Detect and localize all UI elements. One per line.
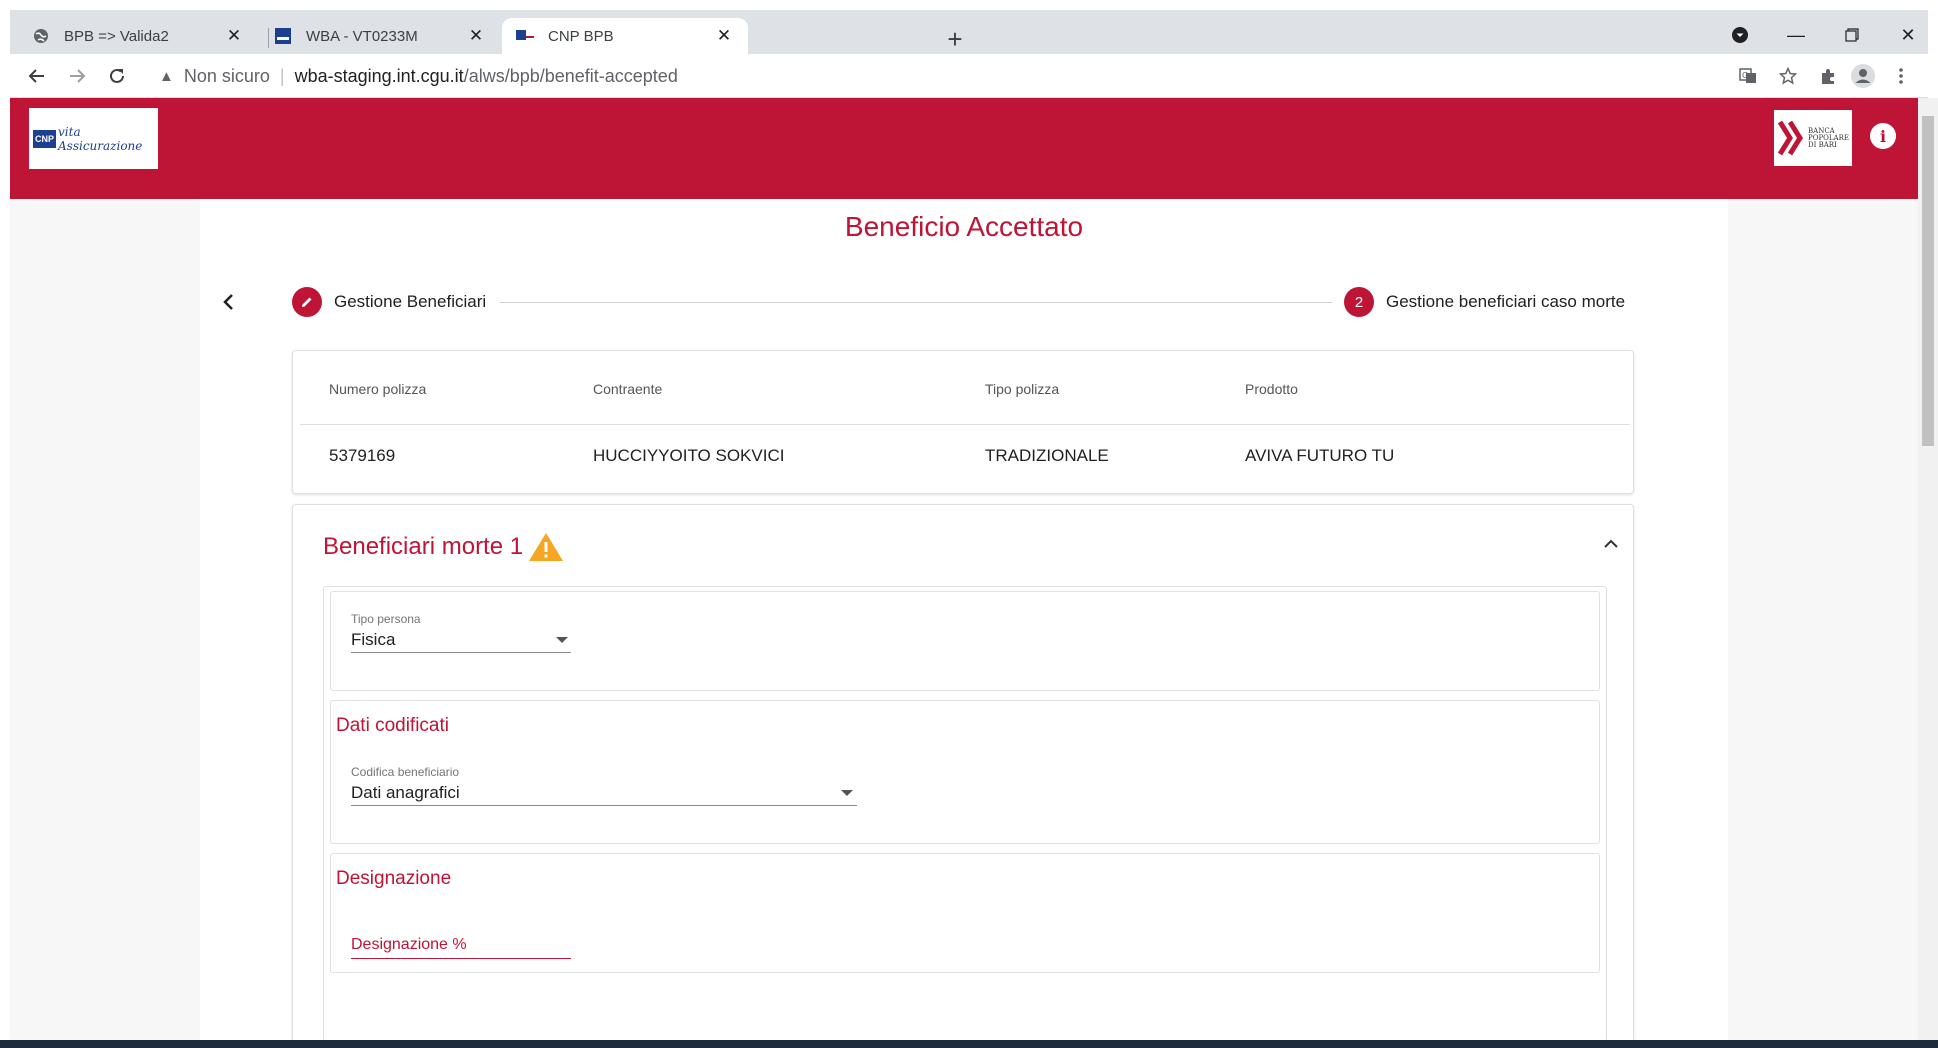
tipo-persona-select[interactable]: Fisica: [351, 630, 395, 650]
designazione-section: Designazione Designazione %: [330, 853, 1600, 973]
tipo-persona-label: Tipo persona: [351, 612, 421, 626]
tab-search-icon[interactable]: [1720, 20, 1760, 50]
close-icon[interactable]: ✕: [466, 26, 486, 46]
cnp-favicon: [274, 27, 292, 45]
header-tipo-polizza: Tipo polizza: [985, 381, 1060, 397]
step-number: 2: [1344, 287, 1374, 317]
extensions-icon[interactable]: [1815, 63, 1841, 89]
bookmark-star-icon[interactable]: [1775, 63, 1801, 89]
policy-summary-card: Numero polizza Contraente Tipo polizza P…: [292, 350, 1634, 494]
os-taskbar: [0, 1040, 1938, 1048]
divider: [300, 424, 1630, 425]
cnp-flag-favicon: [516, 27, 534, 45]
back-icon[interactable]: [22, 61, 52, 91]
tipo-persona-section: Tipo persona Fisica: [330, 591, 1600, 691]
beneficiari-title[interactable]: Beneficiari morte 1: [323, 531, 565, 563]
step-gestione-beneficiari[interactable]: Gestione Beneficiari: [292, 287, 486, 317]
menu-kebab-icon[interactable]: [1888, 63, 1914, 89]
chevron-up-icon[interactable]: [1603, 533, 1619, 554]
browser-toolbar: ▲ Non sicuro | wba-staging.int.cgu.it/al…: [10, 54, 1928, 98]
value-tipo-polizza: TRADIZIONALE: [985, 446, 1109, 465]
section-title: Dati codificati: [336, 715, 449, 736]
address-bar[interactable]: ▲ Non sicuro | wba-staging.int.cgu.it/al…: [145, 56, 1735, 96]
translate-icon[interactable]: G: [1735, 63, 1761, 89]
profile-avatar-icon[interactable]: [1850, 63, 1876, 89]
main-content: Beneficio Accettato Gestione Beneficiari…: [200, 199, 1728, 1048]
restore-icon[interactable]: [1832, 20, 1872, 50]
page-title: Beneficio Accettato: [844, 211, 1084, 242]
header-prodotto: Prodotto: [1245, 381, 1298, 397]
warning-icon[interactable]: ▲: [159, 68, 174, 85]
value-contraente: HUCCIYYOITO SOKVICI: [593, 446, 785, 465]
step-label: Gestione Beneficiari: [334, 292, 487, 311]
url-host: wba-staging.int.cgu.it: [294, 65, 464, 86]
app-header: CNP vita Assicurazione BANCA POPOLARE DI…: [10, 98, 1918, 199]
forward-icon[interactable]: [62, 61, 92, 91]
cnp-logo[interactable]: CNP vita Assicurazione: [29, 108, 158, 169]
new-tab-button[interactable]: +: [940, 24, 970, 54]
close-icon[interactable]: ✕: [714, 26, 734, 46]
designazione-percent-field[interactable]: Designazione %: [351, 936, 467, 954]
value-prodotto: AVIVA FUTURO TU: [1245, 446, 1395, 465]
value-numero-polizza: 5379169: [329, 446, 396, 465]
back-chevron-icon[interactable]: [216, 289, 242, 315]
dati-codificati-section: Dati codificati Codifica beneficiario Da…: [330, 700, 1600, 844]
pencil-icon: [292, 287, 322, 317]
header-numero-polizza: Numero polizza: [329, 381, 427, 397]
info-icon[interactable]: i: [1870, 123, 1896, 149]
beneficiario-form: Tipo persona Fisica Dati codificati Codi…: [323, 586, 1607, 1048]
bpb-logo-mark: [1778, 120, 1803, 156]
tab-title: WBA - VT0233M: [306, 27, 418, 45]
security-label: Non sicuro: [183, 65, 270, 86]
close-icon[interactable]: ✕: [224, 26, 244, 46]
tab-wba[interactable]: WBA - VT0233M ✕: [260, 18, 500, 54]
tab-title: BPB => Valida2: [64, 27, 169, 45]
tab-bpb-valida2[interactable]: BPB => Valida2 ✕: [18, 18, 258, 54]
url-path: /alws/bpb/benefit-accepted: [463, 65, 678, 86]
tab-cnp-bpb[interactable]: CNP BPB ✕: [502, 18, 748, 54]
header-contraente: Contraente: [593, 381, 663, 397]
reload-icon[interactable]: [102, 61, 132, 91]
page-scrollbar[interactable]: [1918, 98, 1938, 1040]
close-window-icon[interactable]: ✕: [1888, 20, 1928, 50]
beneficiari-morte-panel: Beneficiari morte 1 Tipo persona Fisica …: [292, 504, 1634, 1048]
section-title: Designazione: [336, 868, 452, 889]
chevron-down-icon[interactable]: [841, 790, 853, 796]
globe-icon: [32, 27, 50, 45]
chevron-down-icon[interactable]: [556, 637, 568, 643]
screen: BPB => Valida2 ✕ WBA - VT0233M ✕ CNP BPB…: [0, 0, 1938, 1048]
warning-triangle-icon: [529, 533, 564, 561]
step-gestione-beneficiari-caso-morte[interactable]: 2 Gestione beneficiari caso morte: [1344, 287, 1625, 317]
stepper-connector: [500, 302, 1332, 303]
svg-text:G: G: [1742, 71, 1748, 80]
browser-tabbar: BPB => Valida2 ✕ WBA - VT0233M ✕ CNP BPB…: [10, 10, 1928, 54]
step-label: Gestione beneficiari caso morte: [1386, 292, 1626, 311]
codifica-beneficiario-select[interactable]: Dati anagrafici: [351, 783, 460, 803]
minimize-icon[interactable]: —: [1776, 20, 1816, 50]
codifica-beneficiario-label: Codifica beneficiario: [351, 765, 460, 779]
tab-title: CNP BPB: [548, 27, 614, 45]
bpb-logo[interactable]: BANCA POPOLARE DI BARI: [1774, 110, 1852, 166]
scrollbar-thumb[interactable]: [1922, 116, 1934, 446]
